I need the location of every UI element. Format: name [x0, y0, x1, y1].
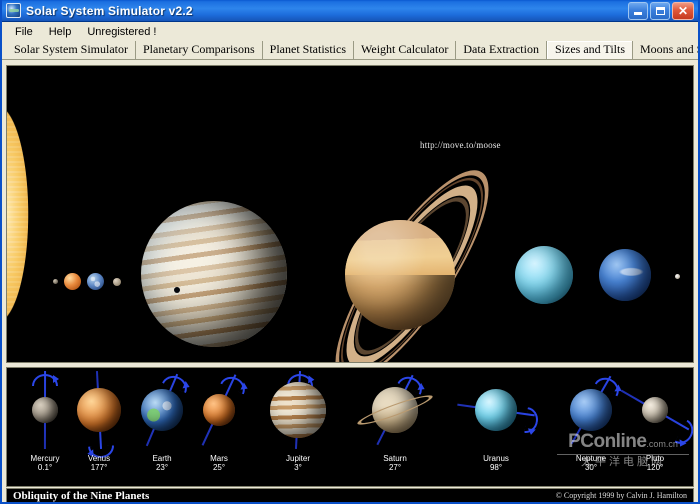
tab-content-sizes-and-tilts: http://move.to/moose The Relative Sizes …	[2, 62, 698, 502]
tab-sizes-and-tilts[interactable]: Sizes and Tilts	[546, 41, 634, 59]
obliquity-copyright: © Copyright 1999 by Calvin J. Hamilton	[555, 491, 687, 500]
planet-sphere	[77, 388, 121, 432]
minimize-button[interactable]	[628, 1, 648, 20]
obliquity-planet-pluto: Pluto 120°	[615, 368, 693, 486]
planet-obliquity-value: 0.1°	[37, 463, 53, 472]
planet-name: Earth	[152, 454, 172, 463]
tab-planetary-comparisons[interactable]: Planetary Comparisons	[136, 41, 263, 59]
planet-sphere	[475, 389, 517, 431]
tab-moons-and-small-planets[interactable]: Moons and Small Planets	[633, 41, 698, 59]
body-uranus	[515, 246, 573, 304]
maximize-icon	[655, 6, 665, 15]
planet-name: Mars	[210, 454, 228, 463]
planet-sphere	[642, 397, 668, 423]
planet-obliquity-value: 27°	[388, 463, 402, 472]
close-button[interactable]: ✕	[672, 1, 694, 20]
body-jupiter	[141, 201, 287, 347]
planet-name: Saturn	[383, 454, 407, 463]
obliquity-title: Obliquity of the Nine Planets	[13, 489, 150, 502]
planet-obliquity-value: 120°	[646, 463, 664, 472]
tab-data-extraction[interactable]: Data Extraction	[456, 41, 547, 59]
body-pluto	[675, 274, 680, 279]
planet-name: Venus	[87, 454, 111, 463]
body-mercury	[53, 279, 58, 284]
planet-label: Jupiter 3°	[286, 454, 310, 472]
saturn-body-overlap	[345, 220, 455, 275]
app-globe-icon	[6, 3, 21, 18]
maximize-button[interactable]	[650, 1, 670, 20]
planet-sphere	[141, 389, 183, 431]
planet-sphere	[570, 389, 612, 431]
tab-solar-system-simulator[interactable]: Solar System Simulator	[7, 41, 136, 59]
planet-label: Earth 23°	[152, 454, 171, 472]
tab-planet-statistics[interactable]: Planet Statistics	[262, 41, 354, 59]
window-controls: ✕	[628, 1, 696, 20]
planet-sphere	[270, 382, 326, 438]
relative-sizes-image: http://move.to/moose The Relative Sizes …	[6, 65, 694, 363]
body-sun	[7, 66, 37, 362]
tab-weight-calculator[interactable]: Weight Calculator	[354, 41, 457, 59]
planet-obliquity-value: 25°	[212, 463, 226, 472]
planet-name: Uranus	[483, 454, 509, 463]
planet-name: Neptune	[575, 454, 607, 463]
planet-sphere	[203, 394, 235, 426]
obliquity-image: Mercury 0.1° Venus 177° Earth 23° Mars 25° Jupit…	[6, 367, 694, 487]
menu-item-help[interactable]: Help	[42, 24, 79, 40]
menu-item-file[interactable]: File	[8, 24, 40, 40]
minimize-icon	[634, 12, 642, 15]
jupiter-moon-shadow	[174, 287, 180, 293]
obliquity-planet-uranus: Uranus 98°	[456, 368, 540, 486]
application-window: Solar System Simulator v2.2 ✕ File Help …	[0, 0, 700, 504]
planet-obliquity-value: 177°	[90, 463, 108, 472]
planet-label: Mercury 0.1°	[31, 454, 60, 472]
planet-obliquity-value: 30°	[584, 463, 598, 472]
planet-label: Uranus 98°	[483, 454, 509, 472]
body-earth	[87, 273, 104, 290]
obliquity-planet-saturn: Saturn 27°	[355, 368, 435, 486]
menu-item-unregistered[interactable]: Unregistered !	[80, 24, 163, 40]
rotation-direction-arrow	[32, 373, 59, 387]
body-mars	[113, 278, 121, 286]
obliquity-caption-bar: Obliquity of the Nine Planets © Copyrigh…	[6, 488, 694, 502]
planet-label: Mars 25°	[210, 454, 228, 472]
planet-name: Pluto	[645, 454, 665, 463]
body-venus	[64, 273, 81, 290]
title-bar: Solar System Simulator v2.2 ✕	[2, 0, 698, 22]
window-title: Solar System Simulator v2.2	[26, 3, 193, 18]
planet-label: Neptune 30°	[576, 454, 606, 472]
planet-obliquity-value: 23°	[155, 463, 169, 472]
rotation-direction-arrow	[523, 407, 540, 435]
planet-label: Venus 177°	[88, 454, 110, 472]
body-neptune	[599, 249, 651, 301]
watermark-url-top: http://move.to/moose	[420, 140, 501, 150]
tab-strip: Solar System Simulator Planetary Compari…	[2, 41, 698, 60]
obliquity-planet-mars: Mars 25°	[179, 368, 259, 486]
planet-obliquity-value: 3°	[294, 463, 302, 472]
obliquity-planet-jupiter: Jupiter 3°	[258, 368, 338, 486]
menu-bar: File Help Unregistered !	[2, 22, 698, 41]
planet-name: Mercury	[30, 454, 60, 463]
planet-name: Jupiter	[285, 454, 311, 463]
planet-label: Saturn 27°	[383, 454, 407, 472]
close-icon: ✕	[677, 3, 689, 18]
planet-label: Pluto 120°	[646, 454, 664, 472]
planet-obliquity-value: 98°	[489, 463, 503, 472]
planet-sphere	[32, 397, 58, 423]
